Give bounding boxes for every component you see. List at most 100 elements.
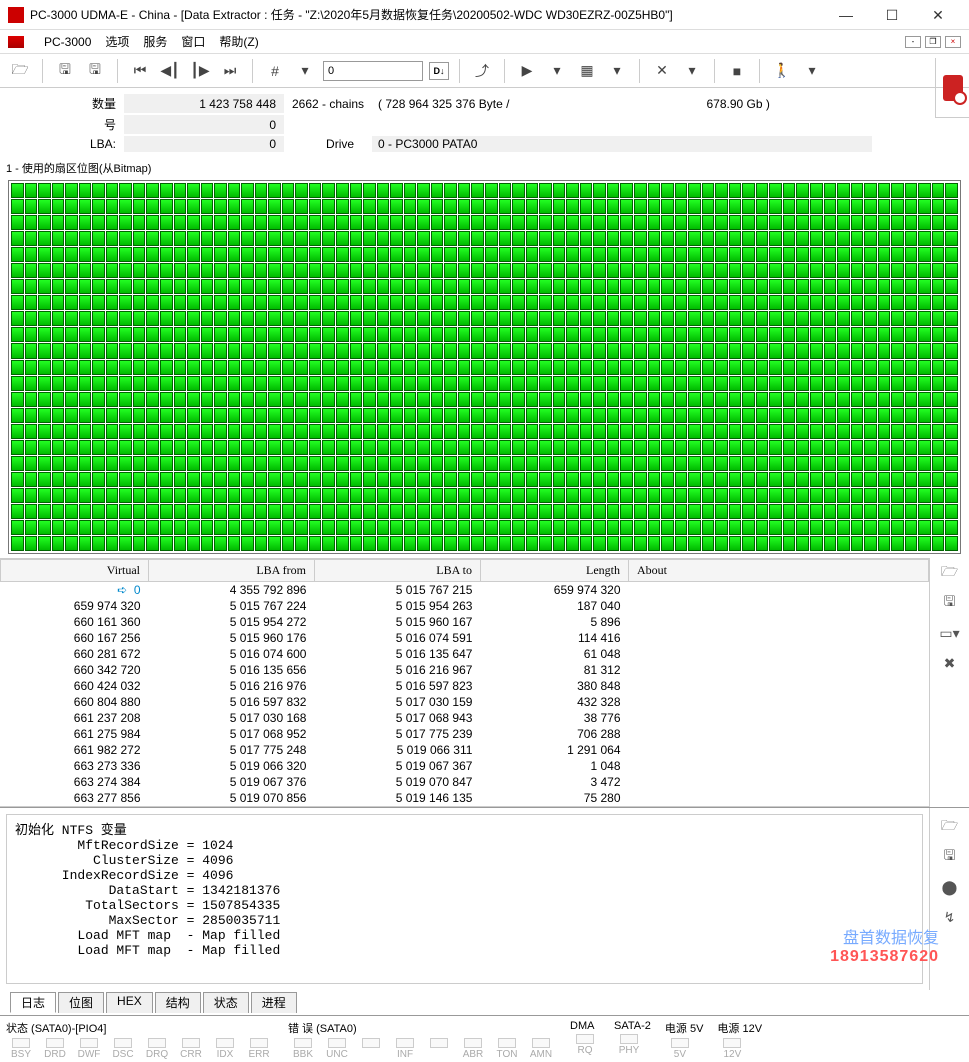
bitmap-cell[interactable] [417, 472, 430, 487]
bitmap-cell[interactable] [187, 472, 200, 487]
bitmap-cell[interactable] [11, 408, 24, 423]
bitmap-cell[interactable] [512, 472, 525, 487]
bitmap-cell[interactable] [485, 424, 498, 439]
bitmap-cell[interactable] [553, 456, 566, 471]
bitmap-cell[interactable] [350, 247, 363, 262]
bitmap-cell[interactable] [471, 472, 484, 487]
bitmap-cell[interactable] [336, 376, 349, 391]
bitmap-cell[interactable] [675, 327, 688, 342]
bitmap-cell[interactable] [133, 279, 146, 294]
bitmap-cell[interactable] [174, 520, 187, 535]
bitmap-cell[interactable] [566, 520, 579, 535]
bitmap-cell[interactable] [363, 183, 376, 198]
bitmap-cell[interactable] [458, 295, 471, 310]
bitmap-cell[interactable] [620, 488, 633, 503]
bitmap-cell[interactable] [553, 360, 566, 375]
bitmap-cell[interactable] [79, 215, 92, 230]
bitmap-cell[interactable] [810, 231, 823, 246]
bitmap-cell[interactable] [431, 408, 444, 423]
bitmap-cell[interactable] [945, 520, 958, 535]
bitmap-cell[interactable] [214, 504, 227, 519]
bitmap-cell[interactable] [837, 295, 850, 310]
bitmap-cell[interactable] [160, 327, 173, 342]
bitmap-cell[interactable] [810, 424, 823, 439]
bitmap-cell[interactable] [607, 472, 620, 487]
bitmap-cell[interactable] [295, 183, 308, 198]
bitmap-cell[interactable] [769, 327, 782, 342]
bitmap-cell[interactable] [336, 504, 349, 519]
bitmap-cell[interactable] [268, 376, 281, 391]
bitmap-cell[interactable] [499, 376, 512, 391]
bottom-tab[interactable]: 日志 [10, 992, 56, 1013]
table-row[interactable]: 663 277 8565 019 070 8565 019 146 13575 … [1, 790, 929, 806]
bitmap-cell[interactable] [526, 488, 539, 503]
bitmap-cell[interactable] [404, 263, 417, 278]
bitmap-cell[interactable] [65, 199, 78, 214]
bitmap-cell[interactable] [512, 424, 525, 439]
bitmap-cell[interactable] [174, 472, 187, 487]
bitmap-cell[interactable] [309, 343, 322, 358]
bitmap-cell[interactable] [38, 311, 51, 326]
bitmap-cell[interactable] [512, 408, 525, 423]
bitmap-cell[interactable] [539, 472, 552, 487]
bitmap-cell[interactable] [485, 504, 498, 519]
bitmap-cell[interactable] [566, 424, 579, 439]
bitmap-cell[interactable] [363, 263, 376, 278]
bitmap-cell[interactable] [729, 504, 742, 519]
bitmap-cell[interactable] [648, 520, 661, 535]
bitmap-cell[interactable] [92, 199, 105, 214]
bitmap-cell[interactable] [350, 456, 363, 471]
bitmap-cell[interactable] [322, 376, 335, 391]
bitmap-cell[interactable] [52, 456, 65, 471]
bitmap-cell[interactable] [201, 376, 214, 391]
bitmap-cell[interactable] [688, 327, 701, 342]
bitmap-cell[interactable] [742, 327, 755, 342]
bitmap-cell[interactable] [65, 392, 78, 407]
bitmap-cell[interactable] [796, 327, 809, 342]
bitmap-cell[interactable] [918, 472, 931, 487]
bitmap-cell[interactable] [322, 360, 335, 375]
bitmap-cell[interactable] [79, 199, 92, 214]
bitmap-cell[interactable] [377, 343, 390, 358]
bitmap-cell[interactable] [539, 488, 552, 503]
bitmap-cell[interactable] [322, 536, 335, 551]
bitmap-cell[interactable] [634, 231, 647, 246]
bitmap-cell[interactable] [431, 536, 444, 551]
bitmap-cell[interactable] [553, 295, 566, 310]
bitmap-cell[interactable] [417, 536, 430, 551]
bitmap-cell[interactable] [471, 199, 484, 214]
bitmap-cell[interactable] [688, 536, 701, 551]
bitmap-cell[interactable] [485, 231, 498, 246]
bitmap-cell[interactable] [851, 504, 864, 519]
bitmap-cell[interactable] [607, 536, 620, 551]
bitmap-cell[interactable] [146, 440, 159, 455]
bitmap-cell[interactable] [566, 408, 579, 423]
bitmap-cell[interactable] [796, 376, 809, 391]
bitmap-cell[interactable] [539, 311, 552, 326]
bitmap-cell[interactable] [715, 488, 728, 503]
bitmap-cell[interactable] [404, 408, 417, 423]
bitmap-cell[interactable] [824, 183, 837, 198]
bitmap-cell[interactable] [661, 376, 674, 391]
bitmap-cell[interactable] [377, 199, 390, 214]
bitmap-cell[interactable] [65, 327, 78, 342]
bitmap-cell[interactable] [377, 440, 390, 455]
bitmap-cell[interactable] [228, 472, 241, 487]
bitmap-cell[interactable] [810, 183, 823, 198]
bitmap-cell[interactable] [431, 279, 444, 294]
bitmap-cell[interactable] [729, 295, 742, 310]
minimize-button[interactable]: — [823, 0, 869, 30]
bitmap-cell[interactable] [824, 199, 837, 214]
bitmap-cell[interactable] [864, 279, 877, 294]
bitmap-cell[interactable] [593, 520, 606, 535]
bitmap-cell[interactable] [837, 536, 850, 551]
bitmap-cell[interactable] [309, 327, 322, 342]
bitmap-cell[interactable] [282, 343, 295, 358]
bitmap-cell[interactable] [106, 440, 119, 455]
bitmap-cell[interactable] [201, 392, 214, 407]
bitmap-cell[interactable] [891, 488, 904, 503]
bitmap-cell[interactable] [837, 376, 850, 391]
bitmap-cell[interactable] [539, 215, 552, 230]
bitmap-cell[interactable] [945, 408, 958, 423]
bitmap-cell[interactable] [688, 376, 701, 391]
